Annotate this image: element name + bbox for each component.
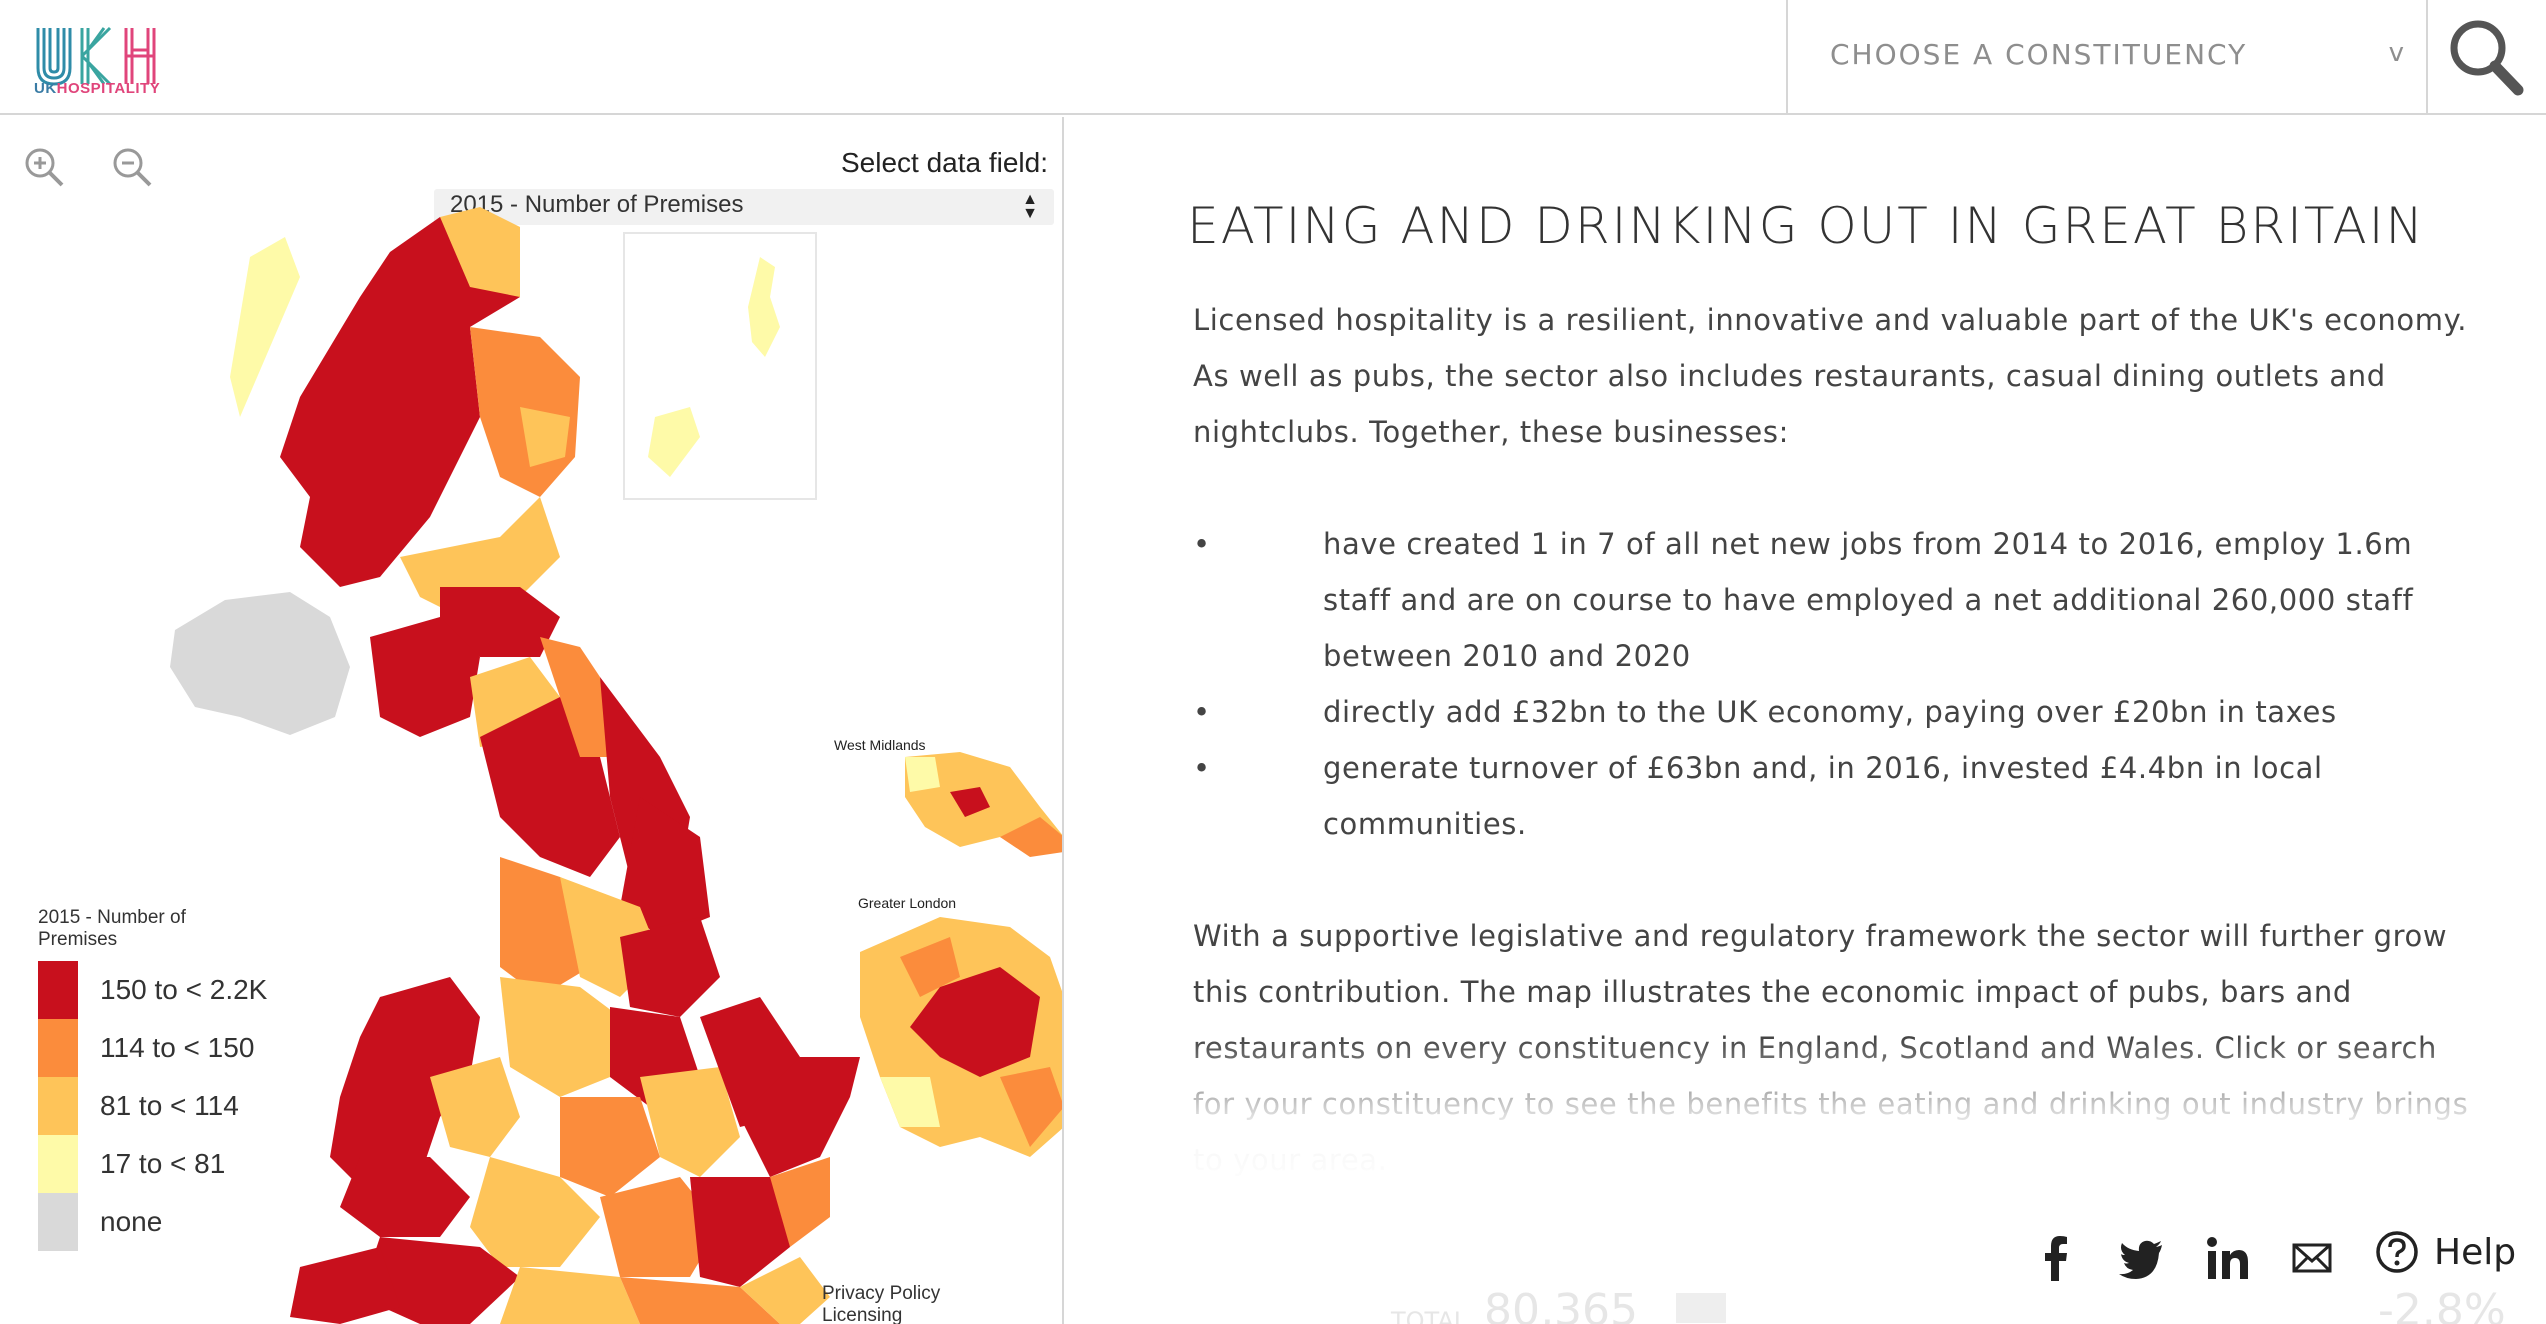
legend-label: 114 to < 150: [100, 1032, 255, 1063]
legend-swatch: [38, 1135, 78, 1193]
help-icon: [2376, 1231, 2418, 1273]
email-icon[interactable]: [2284, 1229, 2344, 1289]
chevron-down-icon: v: [2388, 38, 2404, 68]
legend-swatch: [38, 1077, 78, 1135]
legend-swatch: [38, 961, 78, 1019]
linkedin-icon[interactable]: [2198, 1229, 2258, 1289]
legend-label: none: [100, 1206, 163, 1237]
region-wales-south[interactable]: [340, 1157, 470, 1237]
map-panel: Select data field: 2015 - Number of Prem…: [0, 117, 1064, 1324]
region-midlands[interactable]: [560, 1097, 660, 1197]
bullet-icon: •: [1193, 695, 1211, 729]
inset-west-midlands-north[interactable]: [905, 757, 940, 792]
legend-swatch: [38, 1019, 78, 1077]
top-header: UKHOSPITALITY CHOOSE A CONSTITUENCY v: [0, 0, 2546, 115]
legend-title: 2015 - Number of Premises: [38, 907, 186, 950]
legend-label: 81 to < 114: [100, 1090, 239, 1121]
list-item: • generate turnover of £63bn and, in 201…: [1193, 740, 2483, 852]
stats-total-label: TOTAL: [1391, 1307, 1468, 1324]
stats-total-value: 80,365: [1484, 1285, 1638, 1324]
legend-item: 114 to < 150: [38, 1019, 267, 1077]
list-item: • have created 1 in 7 of all net new job…: [1193, 516, 2483, 684]
bullet-icon: •: [1193, 751, 1211, 785]
inset-london-south-west[interactable]: [880, 1077, 940, 1127]
constituency-placeholder: CHOOSE A CONSTITUENCY: [1830, 38, 2248, 71]
region-western-isles[interactable]: [230, 237, 300, 417]
region-cheshire[interactable]: [500, 977, 620, 1097]
legend-label: 17 to < 81: [100, 1148, 226, 1179]
region-dorset[interactable]: [500, 1267, 640, 1324]
legend-swatch: [38, 1193, 78, 1251]
list-item: • directly add £32bn to the UK economy, …: [1193, 684, 2483, 740]
legend-item: 81 to < 114: [38, 1077, 267, 1135]
legend-item: none: [38, 1193, 267, 1251]
help-label: Help: [2434, 1231, 2517, 1273]
map-legend: 2015 - Number of Premises 150 to < 2.2K …: [38, 907, 267, 1251]
inset-label-west-midlands: West Midlands: [834, 737, 926, 753]
region-cornwall[interactable]: [290, 1247, 400, 1324]
logo-wordmark: UKHOSPITALITY: [34, 80, 161, 97]
legend-item: 17 to < 81: [38, 1135, 267, 1193]
twitter-icon[interactable]: [2112, 1229, 2172, 1289]
bullet-text: have created 1 in 7 of all net new jobs …: [1323, 527, 2414, 673]
stats-change: -2.8%: [2378, 1285, 2506, 1324]
region-northern-ireland[interactable]: [170, 592, 350, 735]
bullet-text: generate turnover of £63bn and, in 2016,…: [1323, 751, 2323, 841]
bullet-icon: •: [1193, 527, 1211, 561]
bullet-text: directly add £32bn to the UK economy, pa…: [1323, 695, 2337, 729]
page-title: EATING AND DRINKING OUT IN GREAT BRITAIN: [1187, 197, 2425, 255]
intro-paragraph: Licensed hospitality is a resilient, inn…: [1193, 303, 2468, 449]
licensing-link[interactable]: Licensing: [822, 1305, 902, 1324]
legend-label: 150 to < 2.2K: [100, 974, 268, 1005]
search-button[interactable]: [2426, 0, 2546, 115]
constituency-dropdown[interactable]: CHOOSE A CONSTITUENCY v: [1786, 0, 2426, 115]
inset-label-greater-london: Greater London: [858, 895, 957, 911]
search-icon: [2450, 20, 2524, 96]
map-footer-links: Privacy Policy Licensing: [822, 1283, 1062, 1324]
help-button[interactable]: Help: [2374, 1229, 2516, 1275]
legend-item: 150 to < 2.2K: [38, 961, 267, 1019]
facebook-icon[interactable]: [2026, 1229, 2086, 1289]
privacy-policy-link[interactable]: Privacy Policy: [822, 1283, 940, 1304]
content-panel: EATING AND DRINKING OUT IN GREAT BRITAIN…: [1066, 117, 2546, 1324]
stats-chart-icon: [1676, 1293, 1726, 1323]
